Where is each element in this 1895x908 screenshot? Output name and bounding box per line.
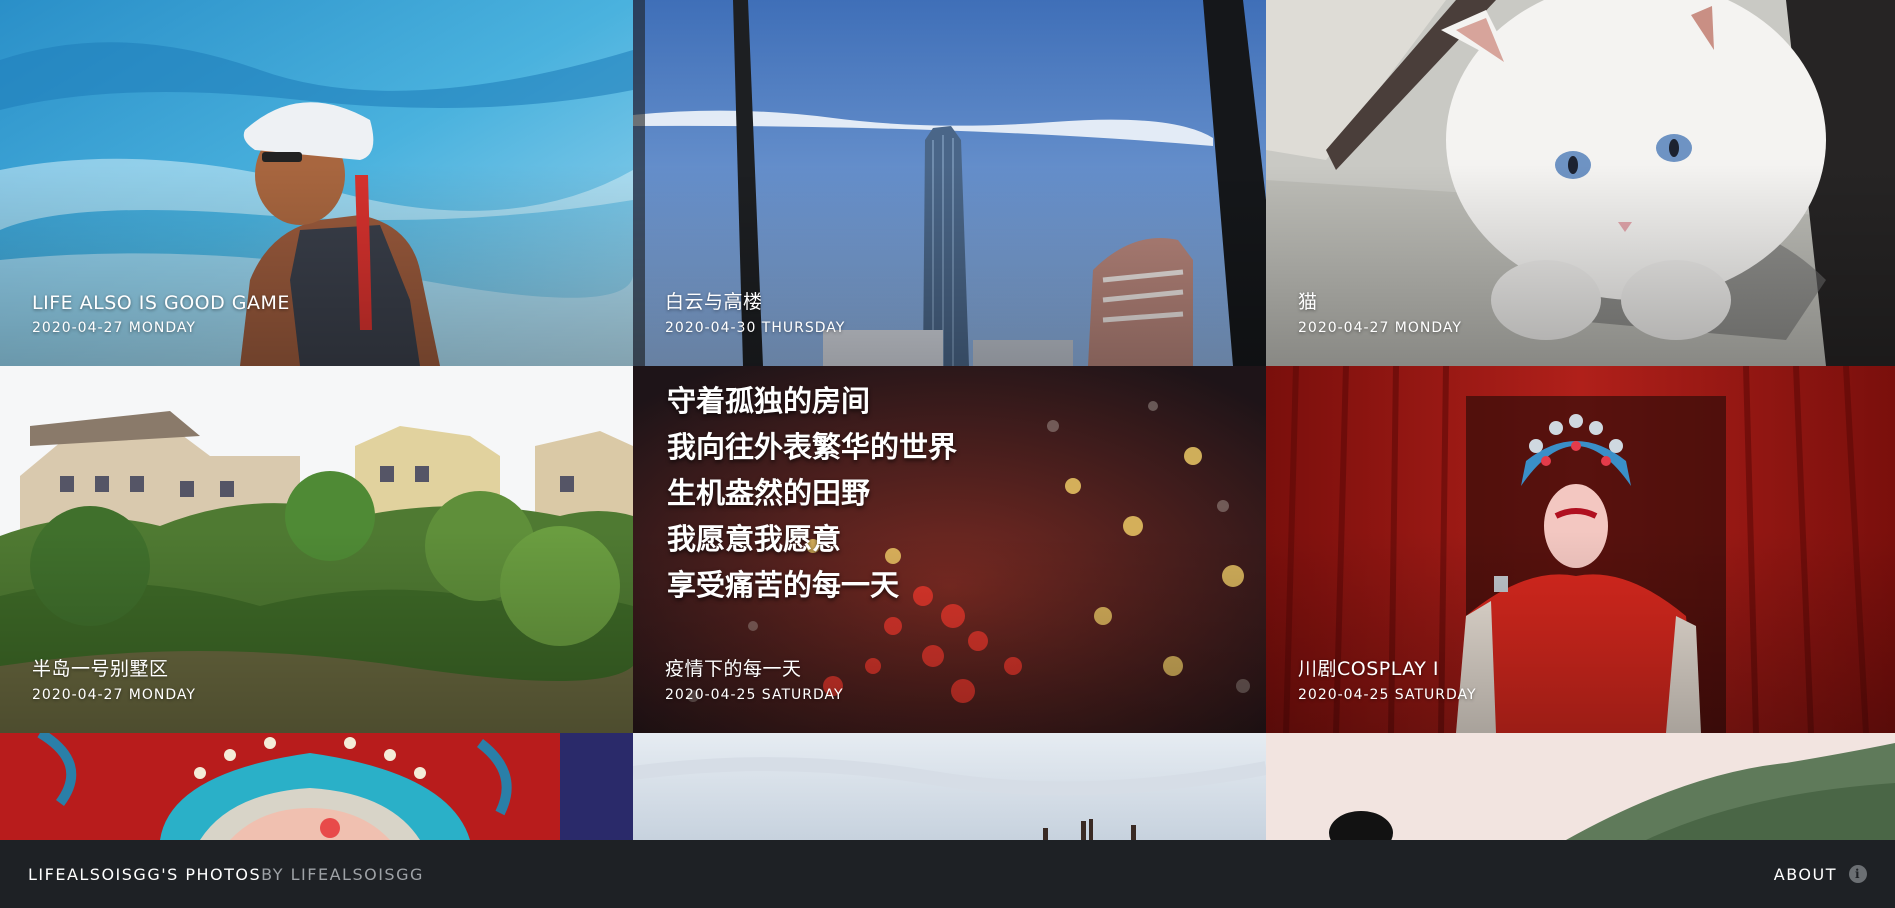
- photo-headdress: [0, 733, 633, 840]
- photo-mountains: [1266, 733, 1895, 840]
- about-label[interactable]: ABOUT: [1774, 865, 1837, 884]
- photo-date: 2020-04-27 MONDAY: [32, 687, 196, 703]
- photo-title: 疫情下的每一天: [665, 658, 802, 680]
- photo-tile-cat[interactable]: 猫 2020-04-27 MONDAY: [1266, 0, 1895, 366]
- photo-caption: LIFE ALSO IS GOOD GAME 2020-04-27 MONDAY: [32, 292, 290, 336]
- photo-date: 2020-04-25 SATURDAY: [665, 687, 844, 703]
- poem-line: 守着孤独的房间: [667, 384, 871, 418]
- footer-bar: LIFEALSOISGG'S PHOTOSBY LIFEALSOISGG ABO…: [0, 840, 1895, 908]
- photo-date: 2020-04-30 THURSDAY: [665, 320, 846, 336]
- info-icon[interactable]: i: [1849, 865, 1867, 883]
- photo-title: 白云与高楼: [665, 291, 763, 313]
- photo-title: LIFE ALSO IS GOOD GAME: [32, 292, 290, 314]
- photo-tile-opera[interactable]: 川剧COSPLAY I 2020-04-25 SATURDAY: [1266, 366, 1895, 733]
- poem-line: 生机盎然的田野: [667, 476, 871, 510]
- photo-caption: 半岛一号别墅区 2020-04-27 MONDAY: [32, 654, 196, 703]
- photo-sky-hands: [633, 733, 1266, 840]
- poem-line: 享受痛苦的每一天: [667, 568, 900, 602]
- photo-date: 2020-04-25 SATURDAY: [1298, 687, 1477, 703]
- poem-line: 我向往外表繁华的世界: [667, 430, 958, 464]
- photo-tile-headdress[interactable]: [0, 733, 633, 840]
- photo-tile-villas[interactable]: 半岛一号别墅区 2020-04-27 MONDAY: [0, 366, 633, 733]
- about-link[interactable]: ABOUT i: [1774, 865, 1867, 884]
- poem-overlay: 守着孤独的房间 我向往外表繁华的世界 生机盎然的田野 我愿意我愿意 享受痛苦的每…: [667, 378, 957, 608]
- photo-tile-sea-boy[interactable]: LIFE ALSO IS GOOD GAME 2020-04-27 MONDAY: [0, 0, 633, 366]
- photo-gallery: LIFE ALSO IS GOOD GAME 2020-04-27 MONDAY: [0, 0, 1895, 840]
- site-name[interactable]: LIFEALSOISGG'S PHOTOS: [28, 865, 261, 884]
- photo-date: 2020-04-27 MONDAY: [32, 320, 196, 336]
- photo-caption: 猫 2020-04-27 MONDAY: [1298, 287, 1462, 336]
- photo-tile-rainy-night[interactable]: 守着孤独的房间 我向往外表繁华的世界 生机盎然的田野 我愿意我愿意 享受痛苦的每…: [633, 366, 1266, 733]
- photo-caption: 疫情下的每一天 2020-04-25 SATURDAY: [665, 654, 844, 703]
- photo-tile-mountains[interactable]: [1266, 733, 1895, 840]
- by-line: BY LIFEALSOISGG: [261, 864, 424, 884]
- photo-title: 猫: [1298, 291, 1318, 313]
- photo-title: 半岛一号别墅区: [32, 658, 169, 680]
- photo-tile-skyscraper[interactable]: 白云与高楼 2020-04-30 THURSDAY: [633, 0, 1266, 366]
- photo-caption: 川剧COSPLAY I 2020-04-25 SATURDAY: [1298, 654, 1477, 703]
- photo-tile-sky-hands[interactable]: [633, 733, 1266, 840]
- poem-line: 我愿意我愿意: [667, 522, 842, 556]
- site-brand[interactable]: LIFEALSOISGG'S PHOTOSBY LIFEALSOISGG: [28, 865, 424, 884]
- photo-caption: 白云与高楼 2020-04-30 THURSDAY: [665, 287, 845, 336]
- photo-date: 2020-04-27 MONDAY: [1298, 320, 1462, 336]
- photo-title: 川剧COSPLAY I: [1298, 658, 1440, 680]
